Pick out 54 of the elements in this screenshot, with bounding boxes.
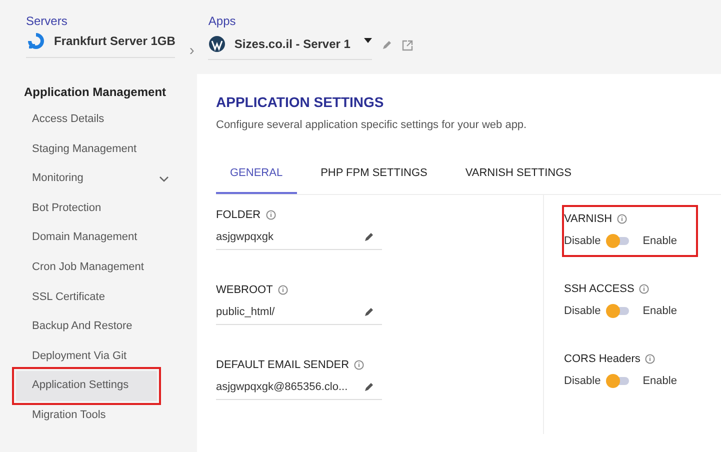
sidebar-item[interactable]: Staging Management: [16, 134, 183, 164]
toggle-label: CORS Headers: [564, 353, 640, 365]
sidebar-heading: Application Management: [23, 85, 168, 99]
panel-title: APPLICATION SETTINGS: [216, 94, 385, 110]
toggle-switch[interactable]: [608, 377, 629, 385]
info-icon[interactable]: [639, 284, 650, 294]
input-field[interactable]: public_html/: [216, 299, 382, 325]
sidebar-item[interactable]: Monitoring: [16, 164, 183, 194]
disable-label: Disable: [564, 375, 601, 387]
sidebar-item[interactable]: Application Settings: [16, 371, 157, 401]
enable-label: Enable: [642, 235, 677, 247]
sidebar-item[interactable]: Migration Tools: [16, 400, 183, 431]
sidebar-item[interactable]: Domain Management: [16, 223, 183, 253]
chevron-icon: [159, 176, 169, 182]
info-icon[interactable]: [354, 360, 364, 370]
panel-description: Configure several application specific settings for your web app.: [216, 119, 528, 131]
breadcrumb-separator: ›: [189, 42, 194, 59]
input-field[interactable]: asjgwpqxgk: [216, 224, 382, 250]
edit-icon[interactable]: [364, 307, 374, 317]
sidebar-item[interactable]: Backup And Restore: [16, 312, 183, 342]
info-icon[interactable]: [617, 214, 628, 224]
field-label: FOLDER: [216, 209, 261, 221]
info-icon[interactable]: [645, 354, 656, 364]
servers-label: Servers: [26, 14, 68, 28]
caret-icon: [364, 38, 372, 43]
field-label: DEFAULT EMAIL SENDER: [216, 359, 350, 371]
wordpress-icon: [208, 35, 226, 53]
input-field[interactable]: asjgwpqxgk@865356.clo...: [216, 374, 382, 400]
enable-label: Enable: [642, 375, 677, 387]
sidebar-item[interactable]: Deployment Via Git: [16, 342, 183, 372]
info-icon[interactable]: [278, 285, 288, 295]
disable-label: Disable: [564, 235, 601, 247]
external-link-icon[interactable]: [402, 40, 414, 51]
tab[interactable]: PHP FPM SETTINGS: [306, 161, 442, 194]
edit-icon[interactable]: [364, 232, 374, 242]
enable-label: Enable: [642, 305, 677, 317]
field-label: WEBROOT: [216, 284, 273, 296]
tab[interactable]: GENERAL: [216, 161, 297, 194]
disable-label: Disable: [564, 305, 601, 317]
server-selector[interactable]: Frankfurt Server 1GB: [26, 31, 176, 58]
apps-label: Apps: [208, 14, 237, 28]
sidebar-item[interactable]: Bot Protection: [16, 194, 183, 224]
toggle-label: SSH ACCESS: [564, 283, 634, 295]
toggle-switch[interactable]: [608, 237, 629, 245]
toggle-switch[interactable]: [608, 307, 629, 315]
sidebar-item[interactable]: Access Details: [16, 105, 183, 135]
edit-icon[interactable]: [364, 382, 374, 392]
tab[interactable]: VARNISH SETTINGS: [451, 161, 586, 194]
app-selector[interactable]: Sizes.co.il - Server 1: [208, 35, 372, 60]
info-icon[interactable]: [266, 210, 276, 220]
sidebar-item[interactable]: Cron Job Management: [16, 252, 183, 283]
toggle-label: VARNISH: [564, 213, 612, 225]
cloud-logo-icon: [26, 31, 46, 51]
sidebar-item[interactable]: SSL Certificate: [16, 282, 183, 312]
